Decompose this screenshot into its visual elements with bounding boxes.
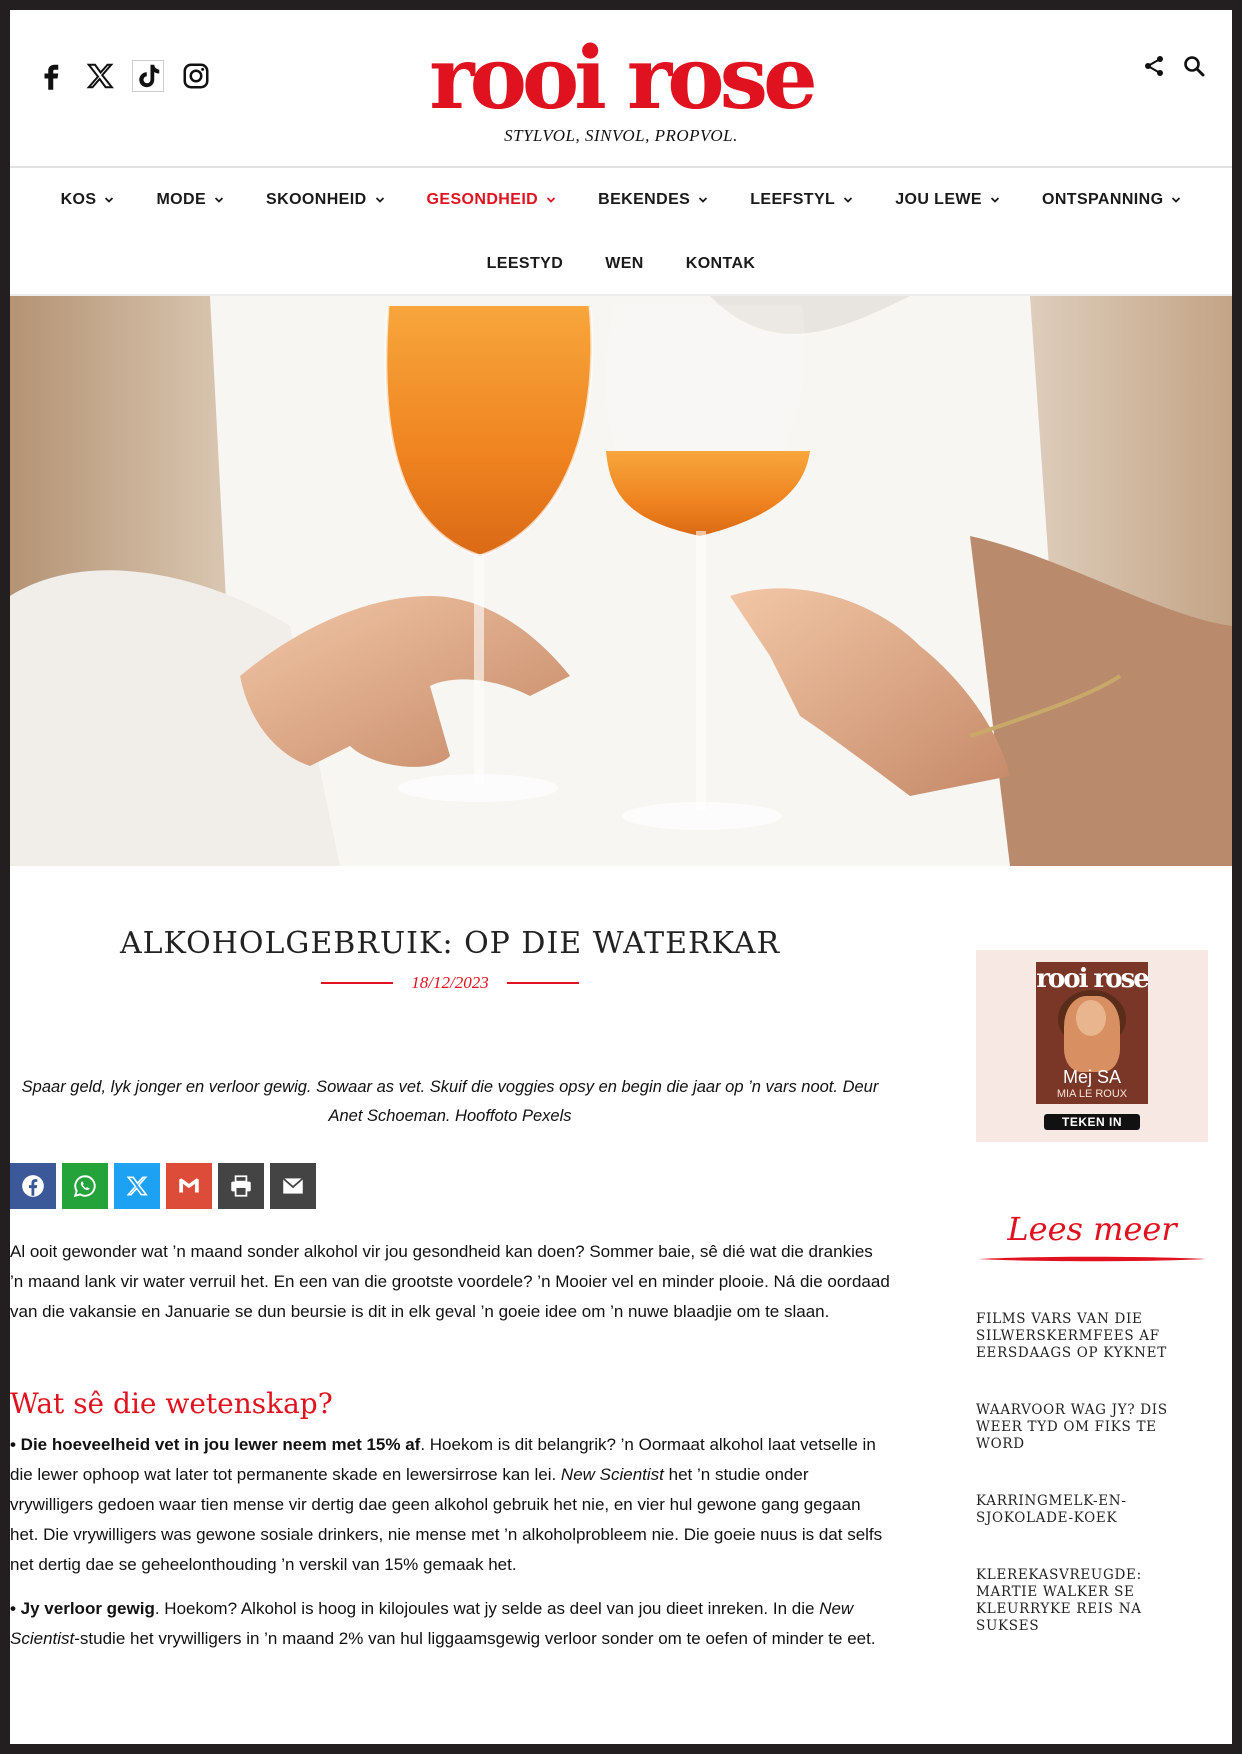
article-title: ALKOHOLGEBRUIK: OP DIE WATERKAR — [119, 926, 781, 961]
chevron-down-icon — [105, 197, 114, 203]
tagline: STYLVOL, SINVOL, PROPVOL. — [504, 126, 738, 145]
nav-item-kos[interactable]: KOS — [40, 191, 136, 209]
related-articles: FILMS VARS VAN DIE SILWERSKERMFEES AF EE… — [976, 1311, 1208, 1635]
chevron-down-icon — [214, 197, 224, 203]
nav-item-label: MODE — [156, 191, 207, 208]
share-x-button[interactable] — [114, 1163, 160, 1209]
main-nav: KOS MODE SKOONHEID GESONDHEID BEKENDES LEEFST… — [10, 166, 1232, 296]
nav-item-ontspanning[interactable]: ONTSPANNING — [1021, 191, 1202, 209]
nav-row-secondary: LEESTYD WEN KONTAK — [10, 232, 1232, 296]
nav-item-kontak[interactable]: KONTAK — [665, 255, 777, 273]
lees-meer-underline — [978, 1256, 1206, 1262]
bullet-liver-lead: • Die hoeveelheid vet in jou lewer neem … — [10, 1435, 421, 1454]
magazine-subscribe-card[interactable]: rooi rose Mej SA MIA LE ROUX TEKEN IN — [976, 950, 1208, 1142]
hero-image — [10, 296, 1232, 866]
dateline: 18/12/2023 — [10, 973, 890, 993]
chevron-down-icon — [546, 197, 556, 203]
nav-item-jou-lewe[interactable]: JOU LEWE — [874, 191, 1021, 209]
share-icon[interactable] — [1142, 54, 1166, 82]
magazine-title: rooi rose — [1036, 964, 1148, 994]
site-logo[interactable]: rooi rose STYLVOL, SINVOL, PROPVOL. — [10, 36, 1232, 146]
search-icon[interactable] — [1182, 54, 1206, 82]
chevron-down-icon — [699, 197, 708, 203]
nav-item-skoonheid[interactable]: SKOONHEID — [245, 191, 406, 209]
date-rule-left — [321, 982, 394, 984]
chevron-down-icon — [844, 197, 853, 203]
cover-subline: MIA LE ROUX — [1056, 1088, 1128, 1100]
logo-wordmark[interactable]: rooi rose — [10, 36, 1232, 122]
nav-item-label: BEKENDES — [598, 191, 691, 208]
subscribe-button[interactable]: TEKEN IN — [1044, 1114, 1140, 1130]
nav-item-label: ONTSPANNING — [1041, 191, 1164, 208]
cover-headline: Mej SA — [1062, 1067, 1122, 1087]
article-intro: Spaar geld, lyk jonger en verloor gewig.… — [21, 1078, 879, 1125]
nav-item-label: KOS — [60, 191, 97, 208]
article-paragraph: Al ooit gewonder wat ’n maand sonder alk… — [10, 1242, 890, 1321]
site-header: rooi rose STYLVOL, SINVOL, PROPVOL. — [10, 10, 1232, 166]
related-article-link[interactable]: KARRINGMELK-EN-SJOKOLADE-KOEK — [976, 1493, 1208, 1527]
nav-item-label: JOU LEWE — [895, 191, 982, 208]
nav-item-label: KONTAK — [685, 255, 756, 272]
nav-item-leefstyl[interactable]: LEEFSTYL — [729, 191, 874, 209]
nav-item-label: GESONDHEID — [426, 191, 539, 208]
chevron-down-icon — [1172, 197, 1181, 203]
chevron-down-icon — [375, 197, 384, 203]
cover-face — [1076, 1000, 1106, 1036]
sidebar: rooi rose Mej SA MIA LE ROUX TEKEN IN Le… — [976, 950, 1208, 1675]
nav-row-primary: KOS MODE SKOONHEID GESONDHEID BEKENDES LEEFST… — [10, 168, 1232, 232]
nav-item-label: WEN — [605, 255, 644, 272]
nav-item-bekendes[interactable]: BEKENDES — [577, 191, 729, 209]
nav-item-wen[interactable]: WEN — [584, 255, 665, 273]
share-email-button[interactable] — [270, 1163, 316, 1209]
article: ALKOHOLGEBRUIK: OP DIE WATERKAR 18/12/20… — [10, 866, 890, 1654]
nav-item-label: LEESTYD — [486, 255, 564, 272]
nav-item-mode[interactable]: MODE — [135, 191, 245, 209]
header-actions — [1142, 54, 1206, 82]
nav-item-label: SKOONHEID — [266, 191, 367, 208]
date-rule-right — [506, 982, 579, 984]
bullet-weight-lead: • Jy verloor gewig — [10, 1599, 155, 1618]
related-article-link[interactable]: KLEREKASVREUGDE: MARTIE WALKER SE KLEURR… — [976, 1567, 1208, 1635]
share-buttons — [10, 1163, 890, 1209]
share-facebook-button[interactable] — [10, 1163, 56, 1209]
bullet-liver: • Die hoeveelheid vet in jou lewer neem … — [10, 1430, 890, 1580]
bullet-liver-source: New Scientist — [560, 1465, 664, 1484]
bullet-weight: • Jy verloor gewig. Hoekom? Alkohol is h… — [10, 1594, 890, 1654]
related-article-link[interactable]: WAARVOOR WAG JY? DIS WEER TYD OM FIKS TE… — [976, 1402, 1208, 1453]
nav-item-leestyd[interactable]: LEESTYD — [466, 255, 585, 273]
related-article-link[interactable]: FILMS VARS VAN DIE SILWERSKERMFEES AF EE… — [976, 1311, 1208, 1362]
nav-item-label: LEEFSTYL — [750, 191, 836, 208]
magazine-cover[interactable]: rooi rose Mej SA MIA LE ROUX — [1036, 962, 1148, 1104]
bullet-weight-text-a: . Hoekom? Alkohol is hoog in kilojoules … — [154, 1599, 820, 1618]
article-date: 18/12/2023 — [411, 973, 489, 992]
share-gmail-button[interactable] — [166, 1163, 212, 1209]
section-heading: Wat sê die wetenskap? — [10, 1387, 333, 1420]
chevron-down-icon — [990, 197, 1000, 203]
nav-item-gesondheid[interactable]: GESONDHEID — [406, 191, 578, 209]
share-print-button[interactable] — [218, 1163, 264, 1209]
share-whatsapp-button[interactable] — [62, 1163, 108, 1209]
lees-meer-heading: Lees meer — [1007, 1210, 1177, 1248]
bullet-weight-text-b: -studie het vrywilligers in ’n maand 2% … — [74, 1629, 876, 1648]
page-frame: rooi rose STYLVOL, SINVOL, PROPVOL. KOS M… — [10, 10, 1232, 1744]
